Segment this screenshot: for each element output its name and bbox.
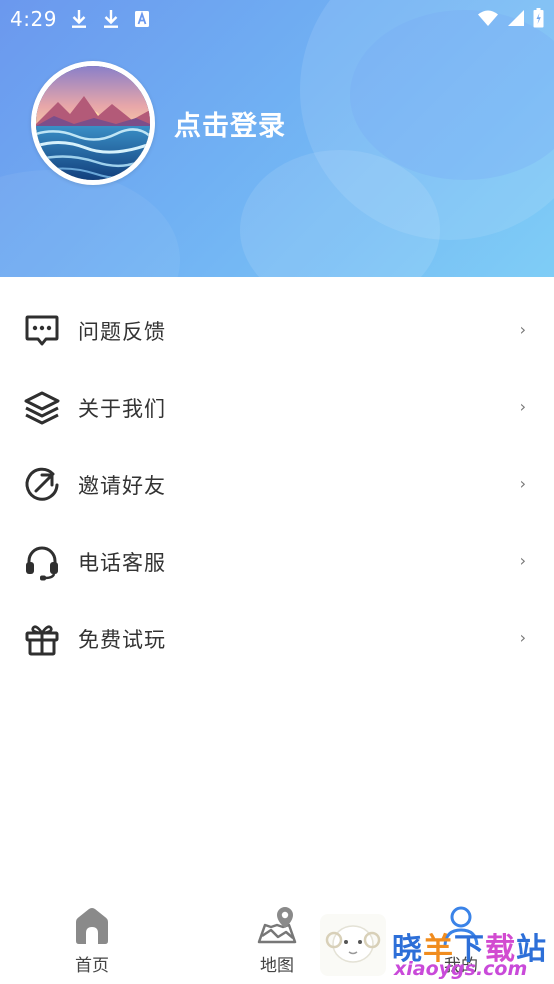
menu-item-label: 免费试玩 (78, 628, 166, 652)
chat-bubble-icon (25, 315, 59, 346)
menu-item-invite[interactable]: 邀请好友 › (0, 446, 554, 523)
menu-item-about[interactable]: 关于我们 › (0, 369, 554, 446)
home-icon (76, 908, 108, 944)
menu-item-label: 电话客服 (78, 551, 166, 575)
share-arrow-icon (25, 467, 59, 501)
menu-item-label: 关于我们 (78, 397, 166, 421)
site-watermark: 晓羊下载站 xiaoygs.com (320, 910, 554, 984)
tab-label: 首页 (75, 956, 109, 976)
profile-header: 4:29 点击登录 (0, 0, 554, 277)
chevron-right-icon: › (519, 397, 526, 416)
tab-map[interactable]: 地图 (232, 905, 322, 980)
chevron-right-icon: › (519, 628, 526, 647)
headset-icon (26, 546, 58, 581)
text-a-icon (135, 11, 149, 27)
wifi-icon (478, 10, 498, 26)
watermark-url: xiaoygs.com (394, 958, 528, 980)
gift-icon (25, 625, 59, 656)
signal-icon (508, 10, 524, 26)
chevron-right-icon: › (519, 474, 526, 493)
avatar[interactable] (31, 61, 155, 185)
chevron-right-icon: › (519, 551, 526, 570)
sheep-logo-icon (320, 914, 386, 976)
status-bar: 4:29 (0, 0, 554, 38)
settings-menu: 问题反馈 › 关于我们 › 邀请好友 › 电话客服 › 免费试玩 › (0, 292, 554, 677)
menu-item-free-trial[interactable]: 免费试玩 › (0, 600, 554, 677)
menu-item-phone-service[interactable]: 电话客服 › (0, 523, 554, 600)
layers-icon (24, 391, 60, 425)
avatar-landscape-image (36, 66, 150, 180)
tab-label: 地图 (260, 956, 294, 976)
menu-item-label: 邀请好友 (78, 474, 166, 498)
map-icon (257, 907, 297, 944)
menu-item-label: 问题反馈 (78, 320, 166, 344)
battery-icon (533, 8, 544, 28)
download-icon (104, 10, 118, 28)
download-icon (72, 10, 86, 28)
login-link[interactable]: 点击登录 (174, 104, 286, 143)
chevron-right-icon: › (519, 320, 526, 339)
menu-item-feedback[interactable]: 问题反馈 › (0, 292, 554, 369)
decorative-blob (0, 170, 180, 277)
status-time: 4:29 (10, 7, 57, 31)
tab-home[interactable]: 首页 (47, 905, 137, 980)
